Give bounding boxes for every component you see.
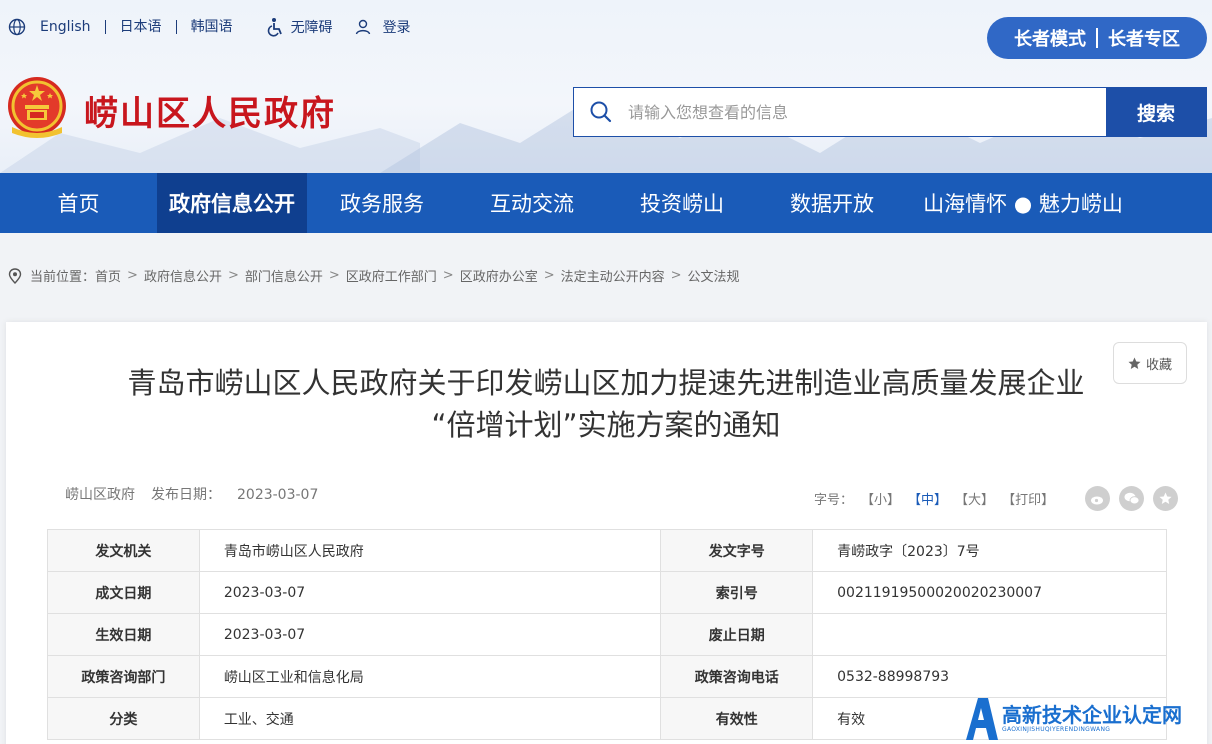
national-emblem-icon[interactable] — [6, 75, 68, 141]
table-value: 00211919500020020230007 — [812, 571, 1167, 614]
table-row: 政策咨询部门 崂山区工业和信息化局 政策咨询电话 0532-88998793 — [47, 655, 1167, 698]
nav-services[interactable]: 政务服务 — [307, 173, 457, 233]
watermark-a-icon — [966, 698, 998, 740]
lang-korean[interactable]: 韩国语 — [177, 20, 247, 34]
print-button[interactable]: 【打印】 — [1002, 489, 1054, 508]
elder-zone-button[interactable]: 长者专区 — [1108, 25, 1180, 51]
font-size-medium[interactable]: 【中】 — [908, 489, 947, 508]
user-icon — [355, 19, 370, 35]
table-value: 2023-03-07 — [198, 613, 662, 656]
accessibility-label: 无障碍 — [290, 20, 333, 36]
document-meta: 崂山区政府 发布日期： 2023-03-07 — [65, 484, 318, 504]
nav-gov-info[interactable]: 政府信息公开 — [157, 173, 307, 233]
document-title: 青岛市崂山区人民政府关于印发崂山区加力提速先进制造业高质量发展企业 “倍增计划”… — [86, 362, 1126, 446]
breadcrumb-separator: > — [442, 268, 454, 283]
table-key: 废止日期 — [660, 613, 814, 656]
breadcrumb-separator: > — [328, 268, 340, 283]
font-size-label: 字号： — [814, 493, 854, 508]
table-key: 政策咨询电话 — [660, 655, 814, 698]
table-key: 发文机关 — [47, 529, 200, 572]
table-value: 青岛市崂山区人民政府 — [198, 529, 662, 572]
search-button[interactable]: 搜索 — [1106, 88, 1206, 136]
favorite-share-icon[interactable] — [1153, 486, 1179, 511]
wheelchair-icon — [267, 18, 282, 37]
lang-english[interactable]: English — [40, 20, 106, 34]
breadcrumb-item[interactable]: 部门信息公开 — [245, 266, 323, 285]
table-key: 成文日期 — [47, 571, 200, 614]
top-utility-bar: English 日本语 韩国语 无障碍 登录 — [8, 16, 411, 38]
table-key: 发文字号 — [660, 529, 814, 572]
watermark-subtitle: GAOXINJISHUQIYERENDINGWANG — [1002, 725, 1111, 733]
favorite-label: 收藏 — [1145, 357, 1172, 373]
publish-date: 2023-03-07 — [237, 487, 319, 503]
table-key: 政策咨询部门 — [47, 655, 200, 698]
watermark-title: 高新技术企业认定网 — [1002, 702, 1182, 727]
watermark-logo: 高新技术企业认定网 GAOXINJISHUQIYERENDINGWANG — [964, 694, 1210, 742]
document-card: 收藏 青岛市崂山区人民政府关于印发崂山区加力提速先进制造业高质量发展企业 “倍增… — [6, 322, 1207, 744]
table-row: 发文机关 青岛市崂山区人民政府 发文字号 青崂政字〔2023〕7号 — [47, 529, 1167, 572]
site-title[interactable]: 崂山区人民政府 — [84, 86, 336, 135]
table-value: 崂山区工业和信息化局 — [198, 655, 662, 698]
breadcrumb-label: 当前位置： — [30, 270, 96, 285]
search-input[interactable] — [628, 88, 1106, 136]
watermark-text: 高新技术企业认定网 GAOXINJISHUQIYERENDINGWANG — [1002, 704, 1182, 733]
breadcrumb-item[interactable]: 区政府办公室 — [460, 266, 538, 285]
font-size-large[interactable]: 【大】 — [955, 489, 994, 508]
nav-interaction[interactable]: 互动交流 — [457, 173, 607, 233]
weibo-share-icon[interactable] — [1085, 486, 1111, 511]
star-icon — [1128, 356, 1141, 369]
breadcrumb-item[interactable]: 首页 — [95, 266, 121, 285]
document-title-line-1: 青岛市崂山区人民政府关于印发崂山区加力提速先进制造业高质量发展企业 — [127, 366, 1085, 400]
document-title-line-2: “倍增计划”实施方案的通知 — [431, 408, 781, 442]
table-value: 青崂政字〔2023〕7号 — [812, 529, 1167, 572]
elder-separator — [1096, 28, 1098, 48]
font-size-small[interactable]: 【小】 — [861, 489, 900, 508]
elder-mode-switch: 长者模式 长者专区 — [987, 17, 1207, 59]
login-label: 登录 — [382, 20, 411, 36]
table-row: 生效日期 2023-03-07 废止日期 — [47, 613, 1167, 656]
login-link[interactable]: 登录 — [355, 17, 411, 37]
search-bar: 搜索 — [573, 87, 1207, 137]
breadcrumb-separator: > — [127, 268, 138, 283]
elder-mode-button[interactable]: 长者模式 — [1014, 25, 1086, 51]
table-value: 工业、交通 — [198, 697, 662, 740]
publish-date-label: 发布日期： — [151, 487, 221, 503]
table-value: 0532-88998793 — [812, 655, 1167, 698]
breadcrumb-item[interactable]: 政府信息公开 — [144, 266, 222, 285]
nav-invest[interactable]: 投资崂山 — [607, 173, 757, 233]
search-icon — [574, 88, 628, 136]
table-value: 2023-03-07 — [198, 571, 662, 614]
breadcrumb: 当前位置： 首页 > 政府信息公开 > 部门信息公开 > 区政府工作部门 > 区… — [8, 266, 740, 285]
main-nav: 首页 政府信息公开 政务服务 互动交流 投资崂山 数据开放 山海情怀 ● 魅力崂… — [0, 173, 1212, 233]
table-key: 有效性 — [660, 697, 814, 740]
globe-icon — [8, 18, 26, 36]
table-key: 生效日期 — [47, 613, 200, 656]
nav-home[interactable]: 首页 — [0, 173, 157, 233]
breadcrumb-separator: > — [543, 268, 555, 283]
document-tools: 字号： 【小】 【中】 【大】 【打印】 — [814, 486, 1179, 511]
site-header: English 日本语 韩国语 无障碍 登录 长者模式 长者专区 崂山区人民政府… — [0, 0, 1212, 173]
table-value — [812, 613, 1167, 656]
breadcrumb-separator: > — [227, 268, 239, 283]
wechat-share-icon[interactable] — [1119, 486, 1145, 511]
table-key: 分类 — [47, 697, 200, 740]
table-key: 索引号 — [660, 571, 814, 614]
breadcrumb-item[interactable]: 公文法规 — [688, 266, 740, 285]
accessibility-link[interactable]: 无障碍 — [267, 17, 333, 37]
location-pin-icon — [8, 267, 22, 284]
publish-date-group: 发布日期： 2023-03-07 — [151, 484, 318, 504]
breadcrumb-item[interactable]: 区政府工作部门 — [346, 266, 437, 285]
nav-charm-laoshan[interactable]: 山海情怀 ● 魅力崂山 — [907, 173, 1139, 233]
lang-japanese[interactable]: 日本语 — [106, 20, 177, 34]
document-source: 崂山区政府 — [65, 487, 135, 503]
nav-open-data[interactable]: 数据开放 — [757, 173, 907, 233]
breadcrumb-separator: > — [670, 268, 682, 283]
breadcrumb-item[interactable]: 法定主动公开内容 — [561, 266, 665, 285]
share-buttons — [1076, 486, 1179, 511]
table-row: 成文日期 2023-03-07 索引号 00211919500020020230… — [47, 571, 1167, 614]
